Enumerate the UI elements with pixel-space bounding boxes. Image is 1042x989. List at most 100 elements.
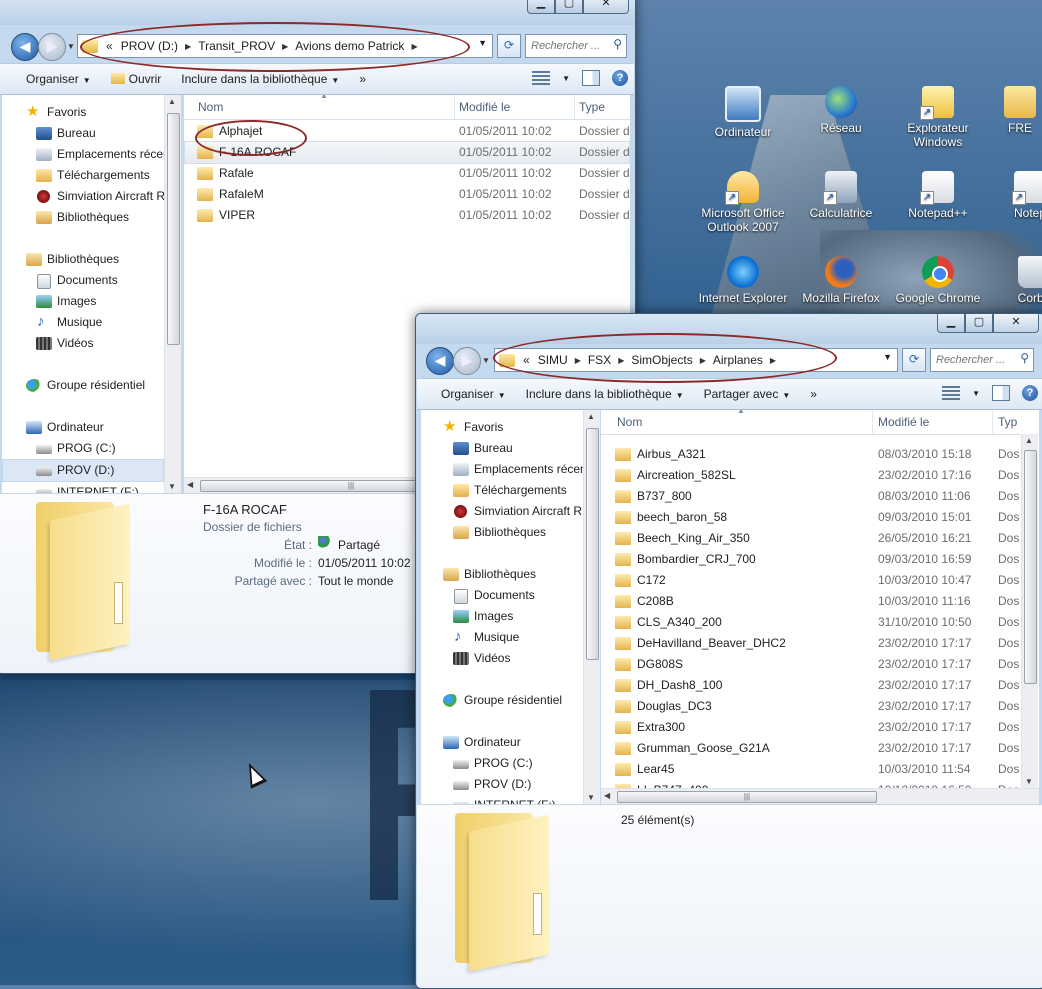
scroll-down-icon[interactable]: ▼ — [587, 793, 595, 802]
desktop-icon-explorateur[interactable]: Explorateur Windows — [890, 86, 986, 149]
nav-item-drive-f[interactable]: INTERNET (F:) — [2, 482, 164, 493]
nav-item-simviation[interactable]: Simviation Aircraft R — [421, 501, 583, 522]
nav-item-documents[interactable]: Documents — [421, 585, 583, 606]
maximize-button[interactable]: ▢ — [965, 314, 993, 333]
share-with-button[interactable]: Partager avec ▼ — [694, 387, 801, 401]
file-row[interactable]: Bombardier_CRJ_700 09/03/2010 16:59 Dos — [601, 549, 1021, 570]
nav-item-videos[interactable]: Vidéos — [2, 333, 164, 354]
scroll-thumb[interactable] — [586, 428, 599, 660]
file-row[interactable]: VIPER 01/05/2011 10:02 Dossier d — [184, 205, 630, 226]
desktop-icon-calculatrice[interactable]: Calculatrice — [793, 171, 889, 220]
column-header-modified[interactable]: Modifié le — [459, 100, 510, 114]
forward-button[interactable]: ▶ — [38, 33, 66, 61]
nav-item-images[interactable]: Images — [2, 291, 164, 312]
nav-item-bibliotheques-fav[interactable]: Bibliothèques — [2, 207, 164, 228]
column-header-type[interactable]: Type — [579, 100, 605, 114]
search-box[interactable]: ⚲ — [930, 348, 1034, 372]
desktop-icon-ie[interactable]: Internet Explorer — [695, 256, 791, 305]
open-button[interactable]: Ouvrir — [101, 72, 172, 86]
chevron-down-icon[interactable]: ▼ — [562, 74, 570, 83]
maximize-button[interactable]: ▢ — [555, 0, 583, 14]
scroll-left-icon[interactable]: ◀ — [604, 791, 610, 800]
address-dropdown-icon[interactable]: ▼ — [478, 38, 487, 48]
minimize-button[interactable]: ▁ — [527, 0, 555, 14]
nav-item-drive-d[interactable]: PROV (D:) — [2, 459, 164, 482]
nav-item-videos[interactable]: Vidéos — [421, 648, 583, 669]
nav-item-bibliotheques-fav[interactable]: Bibliothèques — [421, 522, 583, 543]
scroll-left-icon[interactable]: ◀ — [187, 480, 193, 489]
close-button[interactable]: ✕ — [993, 314, 1039, 333]
file-row[interactable]: Airbus_A321 08/03/2010 15:18 Dos — [601, 444, 1021, 465]
help-icon[interactable]: ? — [612, 70, 628, 86]
nav-item-telechargements[interactable]: Téléchargements — [421, 480, 583, 501]
back-button[interactable]: ◀ — [426, 347, 454, 375]
file-row[interactable]: DG808S 23/02/2010 17:17 Dos — [601, 654, 1021, 675]
nav-computer-header[interactable]: Ordinateur — [421, 732, 583, 753]
scroll-down-icon[interactable]: ▼ — [1025, 777, 1033, 786]
more-commands-button[interactable]: » — [800, 387, 827, 401]
file-row[interactable]: Extra300 23/02/2010 17:17 Dos — [601, 717, 1021, 738]
preview-pane-icon[interactable] — [992, 385, 1010, 401]
column-header-modified[interactable]: Modifié le — [878, 415, 929, 429]
chevron-down-icon[interactable]: ▼ — [972, 389, 980, 398]
close-button[interactable]: ✕ — [583, 0, 629, 14]
scroll-thumb[interactable] — [167, 113, 180, 345]
search-input[interactable] — [931, 349, 1016, 371]
organise-button[interactable]: Organiser ▼ — [0, 72, 101, 86]
desktop-icon-notep[interactable]: Notep — [1000, 171, 1042, 220]
file-row[interactable]: C208B 10/03/2010 11:16 Dos — [601, 591, 1021, 612]
forward-button[interactable]: ▶ — [453, 347, 481, 375]
recent-pages-dropdown[interactable]: ▼ — [67, 42, 75, 51]
preview-pane-icon[interactable] — [582, 70, 600, 86]
refresh-button[interactable]: ⟳ — [902, 348, 926, 372]
file-row[interactable]: B737_800 08/03/2010 11:06 Dos — [601, 486, 1021, 507]
recent-pages-dropdown[interactable]: ▼ — [482, 356, 490, 365]
column-header-type[interactable]: Typ — [998, 415, 1017, 429]
nav-item-drive-f[interactable]: INTERNET (F:) — [421, 795, 583, 804]
file-list-hscrollbar[interactable]: ◀ ||| — [601, 788, 1039, 804]
desktop-icon-ordinateur[interactable]: Ordinateur — [695, 86, 791, 139]
nav-item-documents[interactable]: Documents — [2, 270, 164, 291]
desktop-icon-firefox[interactable]: Mozilla Firefox — [793, 256, 889, 305]
column-header-name[interactable]: Nom — [198, 100, 223, 114]
nav-item-drive-c[interactable]: PROG (C:) — [421, 753, 583, 774]
nav-item-bureau[interactable]: Bureau — [421, 438, 583, 459]
include-library-button[interactable]: Inclure dans la bibliothèque ▼ — [516, 387, 694, 401]
nav-item-emplacements[interactable]: Emplacements récen — [421, 459, 583, 480]
column-divider[interactable] — [872, 410, 873, 434]
nav-favorites-header[interactable]: ★ Favoris — [421, 417, 583, 438]
file-row[interactable]: Lear45 10/03/2010 11:54 Dos — [601, 759, 1021, 780]
nav-libraries-header[interactable]: Bibliothèques — [421, 564, 583, 585]
search-box[interactable]: ⚲ — [525, 34, 627, 58]
file-row[interactable]: RafaleM 01/05/2011 10:02 Dossier d — [184, 184, 630, 205]
address-dropdown-icon[interactable]: ▼ — [883, 352, 892, 362]
nav-scrollbar[interactable]: ▲ ▼ — [583, 410, 600, 804]
file-row[interactable]: Douglas_DC3 23/02/2010 17:17 Dos — [601, 696, 1021, 717]
explorer-window-2[interactable]: ▁ ▢ ✕ ◀ ▶ ▼ « SIMU ▶ FSX ▶ SimObjects ▶ … — [415, 313, 1042, 989]
nav-scrollbar[interactable]: ▲ ▼ — [164, 95, 181, 493]
nav-item-drive-c[interactable]: PROG (C:) — [2, 438, 164, 459]
nav-item-musique[interactable]: ♪ Musique — [2, 312, 164, 333]
search-input[interactable] — [526, 35, 609, 57]
file-row[interactable]: Aircreation_582SL 23/02/2010 17:16 Dos — [601, 465, 1021, 486]
column-header-name[interactable]: Nom — [617, 415, 642, 429]
nav-homegroup[interactable]: Groupe résidentiel — [2, 375, 164, 396]
nav-item-musique[interactable]: ♪ Musique — [421, 627, 583, 648]
file-row[interactable]: Grumman_Goose_G21A 23/02/2010 17:17 Dos — [601, 738, 1021, 759]
column-divider[interactable] — [992, 410, 993, 434]
desktop-icon-notepadpp[interactable]: Notepad++ — [890, 171, 986, 220]
view-options-icon[interactable] — [942, 386, 961, 400]
include-library-button[interactable]: Inclure dans la bibliothèque ▼ — [171, 72, 349, 86]
help-icon[interactable]: ? — [1022, 385, 1038, 401]
nav-item-telechargements[interactable]: Téléchargements — [2, 165, 164, 186]
desktop-icon-reseau[interactable]: Réseau — [793, 86, 889, 135]
column-divider[interactable] — [574, 95, 575, 119]
desktop-icon-chrome[interactable]: Google Chrome — [890, 256, 986, 305]
column-divider[interactable] — [454, 95, 455, 119]
desktop-icon-outlook[interactable]: Microsoft Office Outlook 2007 — [695, 171, 791, 234]
file-row[interactable]: DeHavilland_Beaver_DHC2 23/02/2010 17:17 D… — [601, 633, 1021, 654]
scroll-up-icon[interactable]: ▲ — [587, 412, 595, 421]
more-commands-button[interactable]: » — [349, 72, 376, 86]
nav-computer-header[interactable]: Ordinateur — [2, 417, 164, 438]
nav-item-emplacements[interactable]: Emplacements récen — [2, 144, 164, 165]
